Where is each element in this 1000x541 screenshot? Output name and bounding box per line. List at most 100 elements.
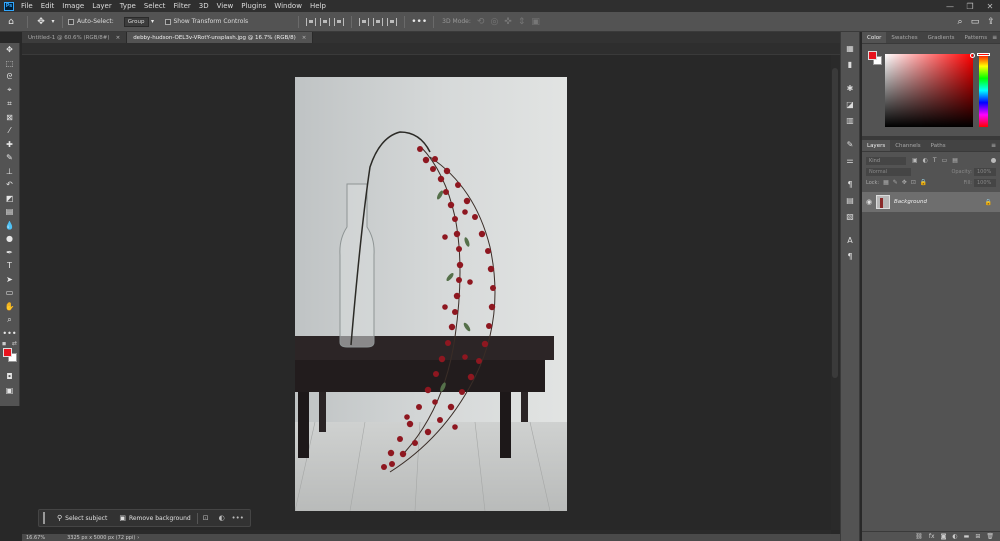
- character-icon[interactable]: A: [841, 232, 859, 248]
- align-middle-icon[interactable]: [373, 17, 384, 26]
- transform-icon[interactable]: ⊡: [198, 514, 214, 522]
- fill-field[interactable]: 100%: [974, 178, 996, 187]
- visibility-eye-icon[interactable]: ◉: [862, 198, 876, 206]
- dodge-tool-icon[interactable]: ●: [0, 232, 19, 246]
- new-group-icon[interactable]: ▬: [964, 533, 970, 540]
- layer-style-icon[interactable]: fx: [929, 533, 935, 540]
- align-right-icon[interactable]: [334, 17, 345, 26]
- close-tab-icon[interactable]: ×: [116, 35, 121, 41]
- navigator-icon[interactable]: ▧: [841, 208, 859, 224]
- lock-position-icon[interactable]: ✥: [902, 179, 907, 186]
- history-brush-tool-icon[interactable]: ↶: [0, 178, 19, 192]
- frame-tool-icon[interactable]: ⊠: [0, 111, 19, 125]
- chevron-down-icon[interactable]: ▾: [149, 18, 157, 25]
- photoshop-logo[interactable]: Ps: [4, 1, 14, 11]
- tab-untitled-1[interactable]: Untitled-1 @ 60.6% (RGB/8#) ×: [22, 32, 128, 43]
- hand-tool-icon[interactable]: ✋: [0, 300, 19, 314]
- tab-layers[interactable]: Layers: [862, 140, 891, 151]
- adjustment-icon[interactable]: ◐: [214, 514, 230, 522]
- pen-tool-icon[interactable]: ✒: [0, 246, 19, 260]
- menu-file[interactable]: File: [17, 2, 37, 10]
- menu-edit[interactable]: Edit: [37, 2, 59, 10]
- drag-handle[interactable]: [43, 512, 45, 524]
- search-icon[interactable]: ⌕: [952, 17, 968, 27]
- more-options-button[interactable]: •••: [230, 514, 246, 522]
- more-options-button[interactable]: •••: [410, 17, 428, 27]
- brush-tool-icon[interactable]: ✎: [0, 151, 19, 165]
- shape-filter-icon[interactable]: ▭: [942, 157, 948, 164]
- layer-background[interactable]: ◉ Background 🔒: [862, 192, 1000, 212]
- smart-object-filter-icon[interactable]: ▤: [952, 157, 958, 164]
- menu-window[interactable]: Window: [270, 2, 306, 10]
- tab-channels[interactable]: Channels: [890, 140, 925, 151]
- tab-paths[interactable]: Paths: [926, 140, 951, 151]
- paragraph-styles-icon[interactable]: ¶: [841, 176, 859, 192]
- properties-icon[interactable]: ✱: [841, 80, 859, 96]
- lock-all-icon[interactable]: 🔒: [920, 179, 927, 186]
- menu-type[interactable]: Type: [116, 2, 140, 10]
- color-picker-marker[interactable]: [970, 53, 975, 58]
- lasso-tool-icon[interactable]: ᘓ: [0, 70, 19, 84]
- auto-select-dropdown[interactable]: Group: [123, 16, 149, 27]
- auto-select-checkbox[interactable]: [68, 18, 74, 25]
- gradient-tool-icon[interactable]: ▤: [0, 205, 19, 219]
- crop-tool-icon[interactable]: ⌗: [0, 97, 19, 111]
- workspace-icon[interactable]: ▭: [968, 17, 982, 27]
- tab-gradients[interactable]: Gradients: [923, 32, 960, 43]
- menu-image[interactable]: Image: [58, 2, 88, 10]
- opacity-field[interactable]: 100%: [974, 167, 996, 176]
- default-colors-icon[interactable]: ◼: [2, 341, 6, 347]
- type-tool-icon[interactable]: T: [0, 259, 19, 273]
- move-tool-icon[interactable]: ✥: [33, 17, 49, 27]
- maximize-button[interactable]: ❐: [960, 2, 980, 11]
- marquee-tool-icon[interactable]: ⬚: [0, 57, 19, 71]
- panel-menu-icon[interactable]: ≡: [991, 140, 1000, 151]
- color-field[interactable]: [885, 54, 973, 127]
- filter-toggle[interactable]: [991, 158, 996, 163]
- type-filter-icon[interactable]: T: [933, 157, 937, 164]
- document-info[interactable]: 3325 px x 5000 px (72 ppi): [67, 535, 135, 541]
- link-layers-icon[interactable]: ⛓: [915, 533, 923, 540]
- home-icon[interactable]: ⌂: [0, 17, 22, 27]
- layer-filter-dropdown[interactable]: Kind: [866, 156, 906, 165]
- tab-patterns[interactable]: Patterns: [959, 32, 992, 43]
- align-bottom-icon[interactable]: [387, 17, 398, 26]
- clone-stamp-tool-icon[interactable]: ⊥: [0, 165, 19, 179]
- info-icon[interactable]: ▤: [841, 192, 859, 208]
- pixel-filter-icon[interactable]: ▣: [912, 157, 918, 164]
- blur-tool-icon[interactable]: 💧: [0, 219, 19, 233]
- scale-3d-icon[interactable]: ▣: [531, 17, 540, 27]
- chevron-right-icon[interactable]: ›: [137, 535, 139, 541]
- menu-3d[interactable]: 3D: [195, 2, 213, 10]
- remove-background-button[interactable]: ▣ Remove background: [113, 514, 196, 522]
- zoom-tool-icon[interactable]: ⌕: [0, 313, 19, 327]
- tab-debby-hudson[interactable]: debby-hudson-OEL3v-VRotY-unsplash.jpg @ …: [127, 32, 314, 43]
- foreground-color-swatch[interactable]: [868, 51, 877, 60]
- zoom-level[interactable]: 16.67%: [26, 535, 45, 541]
- share-icon[interactable]: ⇪: [982, 17, 1000, 27]
- object-selection-tool-icon[interactable]: ⌖: [0, 84, 19, 98]
- swap-colors-icon[interactable]: ⇄: [12, 340, 17, 347]
- align-center-icon[interactable]: [320, 17, 331, 26]
- foreground-color-swatch[interactable]: [3, 348, 12, 357]
- quick-mask-icon[interactable]: ◘: [0, 370, 19, 384]
- adjustment-filter-icon[interactable]: ◐: [923, 157, 928, 164]
- move-tool-icon[interactable]: ✥: [0, 43, 19, 57]
- select-subject-button[interactable]: ⚲ Select subject: [51, 514, 113, 522]
- transform-controls-checkbox[interactable]: [164, 18, 171, 25]
- color-icon[interactable]: ◪: [841, 96, 859, 112]
- drag-3d-icon[interactable]: ✜: [504, 17, 512, 27]
- adjustments-icon[interactable]: ⚌: [841, 152, 859, 168]
- menu-plugins[interactable]: Plugins: [237, 2, 270, 10]
- healing-brush-tool-icon[interactable]: ✚: [0, 138, 19, 152]
- screen-mode-icon[interactable]: ▣: [0, 384, 19, 398]
- comments-icon[interactable]: ▮: [841, 56, 859, 72]
- close-tab-icon[interactable]: ×: [302, 35, 307, 41]
- align-left-icon[interactable]: [306, 17, 317, 26]
- paragraph-icon[interactable]: ¶: [841, 248, 859, 264]
- tab-color[interactable]: Color: [862, 32, 887, 43]
- roll-3d-icon[interactable]: ◎: [490, 17, 498, 27]
- eraser-tool-icon[interactable]: ◩: [0, 192, 19, 206]
- tool-preset-chevron-icon[interactable]: ▾: [49, 18, 57, 25]
- delete-layer-icon[interactable]: 🗑: [986, 533, 994, 540]
